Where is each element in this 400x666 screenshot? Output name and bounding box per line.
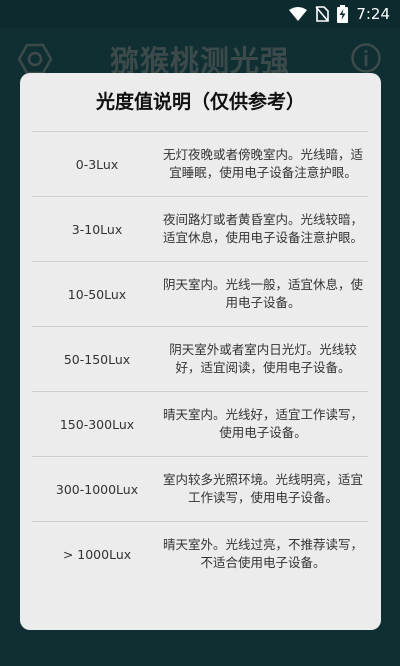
lux-description: 阴天室外或者室内日光灯。光线较 好，适宜阅读，使用电子设备。 [162,341,368,377]
lux-description: 晴天室外。光线过亮，不推荐读写， 不适合使用电子设备。 [162,536,368,572]
lux-range: 150-300Lux [59,416,135,432]
description-line: 无灯夜晚或者傍晚室内。光线暗，适 [162,147,363,162]
lux-description: 晴天室内。光线好，适宜工作读写， 使用电子设备。 [162,406,368,442]
description-line: 适宜休息，使用电子设备注意护眼。 [162,230,363,245]
description-line: 用电子设备。 [225,295,301,310]
description-line: 使用电子设备。 [219,425,307,440]
lux-range: 10-50Lux [67,286,127,302]
table-row: 3-10Lux 夜间路灯或者黄昏室内。光线较暗， 适宜休息，使用电子设备注意护眼… [32,197,368,262]
table-row: > 1000Lux 晴天室外。光线过亮，不推荐读写， 不适合使用电子设备。 [32,522,368,586]
description-line: 阴天室外或者室内日光灯。光线较 [169,342,357,357]
no-sim-icon [315,6,330,22]
lux-range: 3-10Lux [71,221,123,237]
description-line: 阴天室内。光线一般，适宜休息，使 [162,277,363,292]
wifi-icon [289,7,308,21]
status-icons: 7:24 [289,5,390,23]
table-row: 300-1000Lux 室内较多光照环境。光线明亮，适宜 工作读写，使用电子设备… [32,457,368,522]
description-line: 好，适宜阅读，使用电子设备。 [175,360,351,375]
description-line: 工作读写，使用电子设备。 [187,490,338,505]
table-row: 0-3Lux 无灯夜晚或者傍晚室内。光线暗，适 宜睡眠，使用电子设备注意护眼。 [32,131,368,197]
lux-range: 0-3Lux [75,156,119,172]
lux-range: 300-1000Lux [55,481,139,497]
description-line: 宜睡眠，使用电子设备注意护眼。 [169,165,357,180]
status-bar: 7:24 [0,0,400,28]
table-row: 150-300Lux 晴天室内。光线好，适宜工作读写， 使用电子设备。 [32,392,368,457]
battery-charging-icon [337,5,349,23]
table-row: 10-50Lux 阴天室内。光线一般，适宜休息，使 用电子设备。 [32,262,368,327]
lux-description: 阴天室内。光线一般，适宜休息，使 用电子设备。 [162,276,368,312]
lux-range: > 1000Lux [62,546,132,562]
lux-description: 夜间路灯或者黄昏室内。光线较暗， 适宜休息，使用电子设备注意护眼。 [162,211,368,247]
lux-description: 无灯夜晚或者傍晚室内。光线暗，适 宜睡眠，使用电子设备注意护眼。 [162,146,368,182]
lux-table: 0-3Lux 无灯夜晚或者傍晚室内。光线暗，适 宜睡眠，使用电子设备注意护眼。 … [32,131,368,586]
lux-description: 室内较多光照环境。光线明亮，适宜 工作读写，使用电子设备。 [162,471,368,507]
status-time: 7:24 [356,5,390,23]
description-line: 夜间路灯或者黄昏室内。光线较暗， [162,212,363,227]
info-icon[interactable] [350,42,382,74]
lux-range: 50-150Lux [63,351,131,367]
description-line: 不适合使用电子设备。 [200,555,326,570]
description-line: 室内较多光照环境。光线明亮，适宜 [162,472,363,487]
table-row: 50-150Lux 阴天室外或者室内日光灯。光线较 好，适宜阅读，使用电子设备。 [32,327,368,392]
description-line: 晴天室外。光线过亮，不推荐读写， [162,537,363,552]
dialog-title: 光度值说明（仅供参考） [95,91,305,113]
description-line: 晴天室内。光线好，适宜工作读写， [162,407,363,422]
lux-info-dialog: 光度值说明（仅供参考） 0-3Lux 无灯夜晚或者傍晚室内。光线暗，适 宜睡眠，… [20,73,381,630]
